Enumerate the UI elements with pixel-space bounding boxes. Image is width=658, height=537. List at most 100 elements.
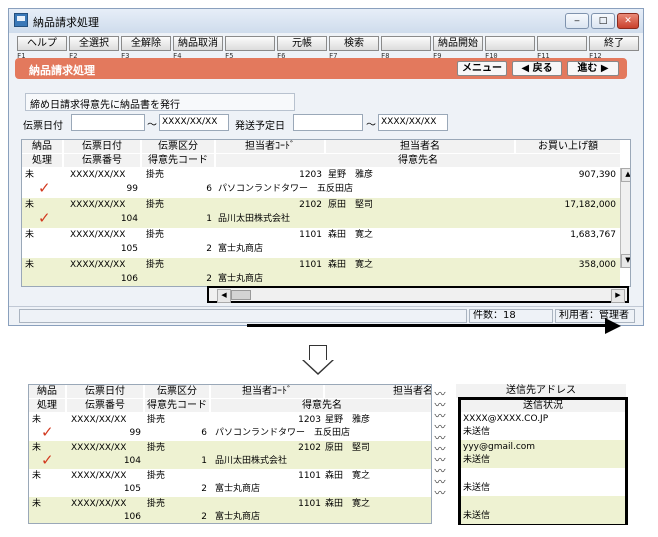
record-count: 件数：18 — [469, 309, 553, 323]
scroll-left-icon[interactable]: ◀ — [217, 289, 231, 303]
window-title: 納品請求処理 — [33, 16, 99, 29]
table-row[interactable]: 未 XXXX/XX/XX 掛売 1101 森田 寛之 358,000 106 2 富士丸商店 — [22, 258, 620, 286]
table-row[interactable]: 未 XXXX/XX/XX 掛売 1101 森田 寛之 1,683,767 105 2 富士丸商店 — [22, 228, 620, 258]
minimize-button[interactable]: ‒ — [565, 13, 589, 29]
check-icon[interactable]: ✓ — [41, 425, 54, 440]
col-header-slip-no: 伝票番号 — [64, 154, 140, 167]
row-status: 未 — [32, 471, 42, 481]
row-slip-date: XXXX/XX/XX — [70, 170, 126, 180]
row-staff-name: 星野 雅彦 — [328, 170, 374, 180]
status-blank — [19, 309, 467, 323]
send-status-row[interactable]: 未送信 — [461, 496, 625, 524]
back-button[interactable]: ◀ 戻る — [512, 61, 562, 76]
check-icon[interactable]: ✓ — [38, 181, 51, 196]
row-staff-code: 1101 — [298, 471, 321, 481]
fkey-f11-button[interactable] — [537, 36, 587, 51]
row-send-state: 未送信 — [463, 511, 491, 521]
app-window: 納品請求処理 ‒ □ ✕ ヘルプ 全選択 全解除 納品取消 元帳 検索 納品開始… — [8, 8, 644, 326]
col-header-staff-name: 担当者名 — [326, 140, 514, 153]
col-header-delivery: 納品 — [22, 140, 62, 153]
scroll-thumb[interactable] — [231, 290, 251, 300]
ship-date-from-input[interactable] — [293, 114, 363, 131]
row-customer-name: 富士丸商店 — [215, 512, 261, 522]
send-status-row[interactable]: 未送信 — [461, 468, 625, 496]
grid-body: 未 XXXX/XX/XX 掛売 1203 星野 雅彦 907,390 99 6 パソコンランドタ… — [22, 168, 620, 286]
table-row[interactable]: 未 XXXX/XX/XX 掛売 1101 森田 寛之 106 2 富士丸商店 — [29, 497, 431, 523]
row-customer-name: パソコンランドタワー 五反田店 — [218, 184, 354, 194]
zoom-col-customer-code: 得意先コード — [145, 399, 209, 412]
slip-date-label: 伝票日付 — [23, 121, 63, 132]
table-row[interactable]: 未 XXXX/XX/XX 掛売 1101 森田 寛之 105 2 富士丸商店 — [29, 469, 431, 497]
row-status: 未 — [32, 443, 42, 453]
fkey-help-button[interactable]: ヘルプ — [17, 36, 67, 51]
fkey-select-all-button[interactable]: 全選択 — [69, 36, 119, 51]
row-slip-no: 106 — [120, 274, 138, 284]
row-status: 未 — [25, 260, 35, 270]
scroll-up-icon[interactable]: ▲ — [621, 168, 630, 182]
slip-date-from-input[interactable] — [71, 114, 145, 131]
vertical-scrollbar[interactable]: ▲ ▼ — [620, 168, 630, 268]
fkey-f10-button[interactable] — [485, 36, 535, 51]
check-icon[interactable]: ✓ — [38, 211, 51, 226]
check-icon[interactable]: ✓ — [41, 453, 54, 468]
zoom-col-slip-no: 伝票番号 — [67, 399, 143, 412]
row-send-state: 未送信 — [463, 455, 491, 465]
row-send-state: 未送信 — [463, 427, 491, 437]
row-customer-name: パソコンランドタワー 五反田店 — [215, 428, 351, 438]
col-header-customer-name: 得意先名 — [216, 154, 620, 167]
tilde-label: ～ — [147, 120, 157, 131]
scroll-down-icon[interactable]: ▼ — [621, 254, 630, 268]
row-customer-code: 2 — [206, 244, 212, 254]
zoom-col-address: 送信先アドレス — [456, 384, 626, 398]
ship-date-to-input[interactable]: XXXX/XX/XX — [378, 114, 448, 131]
scroll-direction-arrow — [247, 324, 607, 327]
fkey-cancel-delivery-button[interactable]: 納品取消 — [173, 36, 223, 51]
col-header-staff-code: 担当者ｺｰﾄﾞ — [216, 140, 324, 153]
row-customer-code: 1 — [206, 214, 212, 224]
row-slip-no: 105 — [123, 484, 141, 494]
row-slip-type: 掛売 — [146, 200, 165, 210]
fkey-exit-button[interactable]: 終了 — [589, 36, 639, 51]
next-button[interactable]: 進む ▶ — [567, 61, 619, 76]
maximize-button[interactable]: □ — [591, 13, 615, 29]
status-bar: 件数：18 利用者：管理者 — [9, 306, 643, 325]
send-status-row[interactable]: XXXX@XXXX.CO.JP 未送信 — [461, 412, 625, 440]
slip-date-to-input[interactable]: XXXX/XX/XX — [159, 114, 229, 131]
scroll-right-icon[interactable]: ▶ — [611, 289, 625, 303]
row-staff-code: 2102 — [298, 443, 321, 453]
row-slip-date: XXXX/XX/XX — [71, 443, 127, 453]
zoom-col-slip-type: 伝票区分 — [145, 385, 209, 398]
fkey-f8-button[interactable] — [381, 36, 431, 51]
table-row[interactable]: 未 XXXX/XX/XX 掛売 2102 原田 堅司 17,182,000 104 1 品川太田… — [22, 198, 620, 228]
row-staff-code: 1203 — [299, 170, 322, 180]
zoom-col-slip-date: 伝票日付 — [67, 385, 143, 398]
fkey-f5-button[interactable] — [225, 36, 275, 51]
row-slip-type: 掛売 — [146, 230, 165, 240]
fkey-deselect-all-button[interactable]: 全解除 — [121, 36, 171, 51]
zoom-col-customer-name: 得意先名 — [211, 399, 431, 412]
screen-title: 納品請求処理 — [29, 64, 95, 77]
break-mark: 〰〰〰〰〰〰〰〰〰〰 — [433, 388, 446, 498]
fkey-ledger-button[interactable]: 元帳 — [277, 36, 327, 51]
row-customer-name: 品川太田株式会社 — [215, 456, 288, 466]
table-row[interactable]: 未 XXXX/XX/XX 掛売 1203 星野 雅彦 907,390 99 6 パソコンランドタ… — [22, 168, 620, 198]
fkey-search-button[interactable]: 検索 — [329, 36, 379, 51]
row-customer-name: 富士丸商店 — [218, 274, 264, 284]
row-slip-date: XXXX/XX/XX — [70, 230, 126, 240]
close-button[interactable]: ✕ — [617, 13, 639, 29]
row-amount: 907,390 — [578, 170, 616, 180]
row-slip-type: 掛売 — [146, 260, 165, 270]
row-slip-type: 掛売 — [147, 499, 166, 509]
row-slip-date: XXXX/XX/XX — [70, 260, 126, 270]
fkey-start-delivery-button[interactable]: 納品開始 — [433, 36, 483, 51]
table-row[interactable]: 未 XXXX/XX/XX 掛売 2102 原田 堅司 104 1 品川太田株式会社 ✓ — [29, 441, 431, 469]
menu-button[interactable]: メニュー — [457, 61, 507, 76]
send-status-panel: 送信状況 XXXX@XXXX.CO.JP 未送信 yyy@gmail.com 未送信未… — [458, 397, 628, 525]
row-amount: 17,182,000 — [564, 200, 616, 210]
send-status-body: XXXX@XXXX.CO.JP 未送信 yyy@gmail.com 未送信 未送信 未送信 — [461, 412, 625, 524]
send-status-row[interactable]: yyy@gmail.com 未送信 — [461, 440, 625, 468]
horizontal-scrollbar[interactable]: ◀ ▶ — [207, 286, 629, 303]
table-row[interactable]: 未 XXXX/XX/XX 掛売 1203 星野 雅彦 99 6 パソコンランドタワー 五反田店… — [29, 413, 431, 441]
row-amount: 358,000 — [578, 260, 616, 270]
zoom-grid-body: 未 XXXX/XX/XX 掛売 1203 星野 雅彦 99 6 パソコンランドタワー 五反田店… — [29, 413, 431, 523]
